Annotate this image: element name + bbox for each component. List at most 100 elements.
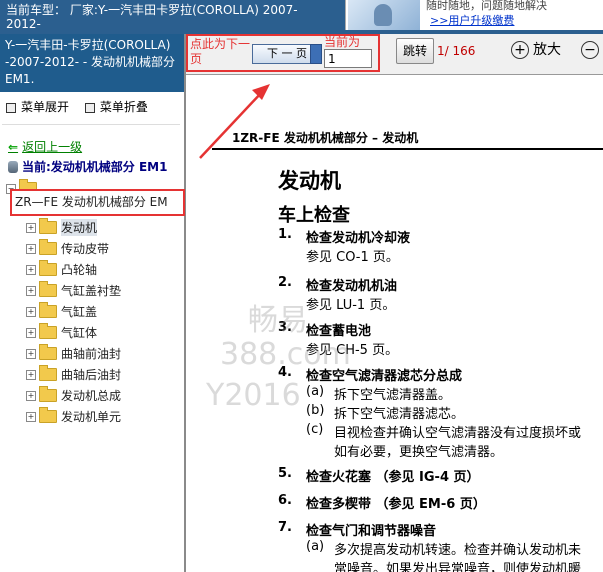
zoom-in-label: 放大 [533,42,561,58]
zoom-out-icon: − [581,41,599,59]
tree-item-label: 气缸盖 [61,305,98,319]
tree-item[interactable]: + 发动机总成 [26,385,121,406]
tree-item[interactable]: + 气缸盖衬垫 [26,280,121,301]
next-page-label: 下 一 页 [267,47,307,60]
folder-icon [39,302,57,318]
sidebar-title: Y-一汽丰田-卡罗拉(COROLLA) -2007-2012- - 发动机机械部… [0,34,184,92]
page-count: 1/ 166 [437,44,476,58]
tree-item-label: 传动皮带 [61,242,110,256]
collapse-icon [84,102,95,113]
collapse-menu-button[interactable]: 菜单折叠 [84,100,148,114]
expand-toggle-icon[interactable]: + [26,327,36,338]
folder-icon [39,260,57,276]
zoom-out-button[interactable]: − [581,39,599,59]
expand-toggle-icon[interactable]: + [26,306,36,317]
tree-item[interactable]: + 传动皮带 [26,238,121,259]
current-section: 当前:发动机机械部分 EM1 [8,158,167,175]
tree-item[interactable]: + 发动机 [26,217,121,238]
expand-toggle-icon[interactable]: + [26,222,36,233]
tree-item-label: 发动机单元 [61,410,122,424]
database-icon [8,161,18,173]
expand-menu-button[interactable]: 菜单展开 [6,100,69,114]
current-page-label: 当前为 [324,35,361,49]
step-title: 检查火花塞 （参见 IG-4 页） [306,470,480,485]
divider [2,124,180,125]
step-number: 6. [278,493,292,508]
tree-item[interactable]: + 凸轮轴 [26,259,121,280]
step-number: 7. [278,520,292,535]
sub-step-key: (a) [306,539,325,554]
menu-ops: 菜单展开 菜单折叠 [6,98,160,115]
step-number: 5. [278,466,292,481]
expand-toggle-icon[interactable]: + [26,369,36,380]
collapse-label: 菜单折叠 [99,100,148,114]
tree-item-label: 曲轴前油封 [61,347,122,361]
step-sub: 参见 LU-1 页。 [306,298,396,313]
tree-item-label: 气缸体 [61,326,98,340]
header-rule [212,148,603,150]
sub-step-key: (c) [306,422,324,437]
doc-title: 发动机 [278,168,341,193]
watermark: 畅易 [248,303,308,338]
step-title: 检查发动机机油 [306,279,398,294]
folder-icon [39,239,57,255]
step-sub: 参见 CO-1 页。 [306,250,399,265]
zoom-in-icon: + [511,41,529,59]
folder-icon [39,386,57,402]
sub-step-text: 拆下空气滤清器滤芯。 [334,407,465,422]
upgrade-link[interactable]: >>用户升级缴费 [430,12,514,28]
tree-item[interactable]: + 发动机单元 [26,406,121,427]
viewer-toolbar: 点此为下一页 下 一 页 当前为 跳转 1/ 166 +放大 − [186,34,603,75]
tree-item-label: 发动机 [61,219,98,236]
tree-item[interactable]: + 曲轴后油封 [26,364,121,385]
step-number: 2. [278,275,292,290]
tree-item[interactable]: + 气缸体 [26,322,121,343]
next-arrow-icon [310,44,322,64]
tree-item[interactable]: + 气缸盖 [26,301,121,322]
sub-step-text: 目视检查并确认空气滤清器没有过度损坏或 [334,426,582,441]
tree-item-label: 凸轮轴 [61,263,98,277]
expand-toggle-icon[interactable]: + [26,243,36,254]
expand-toggle-icon[interactable]: + [26,390,36,401]
folder-icon [39,407,57,423]
sub-step-text: 多次提高发动机转速。检查并确认发动机未 [334,543,582,558]
expand-icon [6,102,16,113]
step-title: 检查多楔带 （参见 EM-6 页） [306,497,486,512]
watermark: 388.com [220,337,351,372]
doc-header: 1ZR-FE 发动机机械部分 – 发动机 [232,131,419,145]
folder-icon [39,323,57,339]
page-number-input[interactable] [324,49,372,68]
folder-icon [39,344,57,360]
watermark: Y2016 [206,378,301,413]
document-page: 1ZR-FE 发动机机械部分 – 发动机 发动机 车上检查 1. 检查发动机冷却液… [186,75,603,572]
next-page-button[interactable]: 下 一 页 [252,44,322,64]
expand-toggle-icon[interactable]: + [26,285,36,296]
expand-toggle-icon[interactable]: + [26,411,36,422]
step-title: 检查发动机冷却液 [306,231,411,246]
sub-step-key: (b) [306,403,325,418]
jump-button[interactable]: 跳转 [396,38,434,64]
sub-step-key: (a) [306,384,325,399]
expand-toggle-icon[interactable]: + [26,348,36,359]
expand-label: 菜单展开 [21,100,70,114]
sub-step-text: 如有必要，更换空气滤清器。 [334,445,504,460]
promo-image [348,0,420,30]
sub-step-text: 拆下空气滤清器盖。 [334,388,452,403]
promo-banner[interactable]: 随时随地，问题随地解决 >>用户升级缴费 [345,0,603,30]
document-viewer: 点此为下一页 下 一 页 当前为 跳转 1/ 166 +放大 − 1ZR-FE … [186,34,603,572]
back-label: 返回上一级 [22,140,83,154]
tree-item-label: 曲轴后油封 [61,368,122,382]
sidebar: Y-一汽丰田-卡罗拉(COROLLA) -2007-2012- - 发动机机械部… [0,34,186,572]
zoom-in-button[interactable]: + 放大 [511,39,561,59]
folder-icon [39,365,57,381]
doc-subtitle: 车上检查 [278,205,350,226]
tree-item[interactable]: + 曲轴前油封 [26,343,121,364]
tree-children: + 发动机 + 传动皮带 + 凸轮轴 + 气缸盖衬垫 + 气缸盖 + 气缸体 + 曲轴前油封 … [26,217,121,427]
expand-toggle-icon[interactable]: + [26,264,36,275]
tree-item-label: 发动机总成 [61,389,122,403]
step-number: 1. [278,227,292,242]
current-label: 当前:发动机机械部分 EM1 [22,160,168,174]
highlighted-root-label[interactable]: ZR—FE 发动机机械部分 EM [10,189,185,216]
back-link[interactable]: ⇐ 返回上一级 [8,138,82,155]
step-title: 检查气门和调节器噪音 [306,524,437,539]
